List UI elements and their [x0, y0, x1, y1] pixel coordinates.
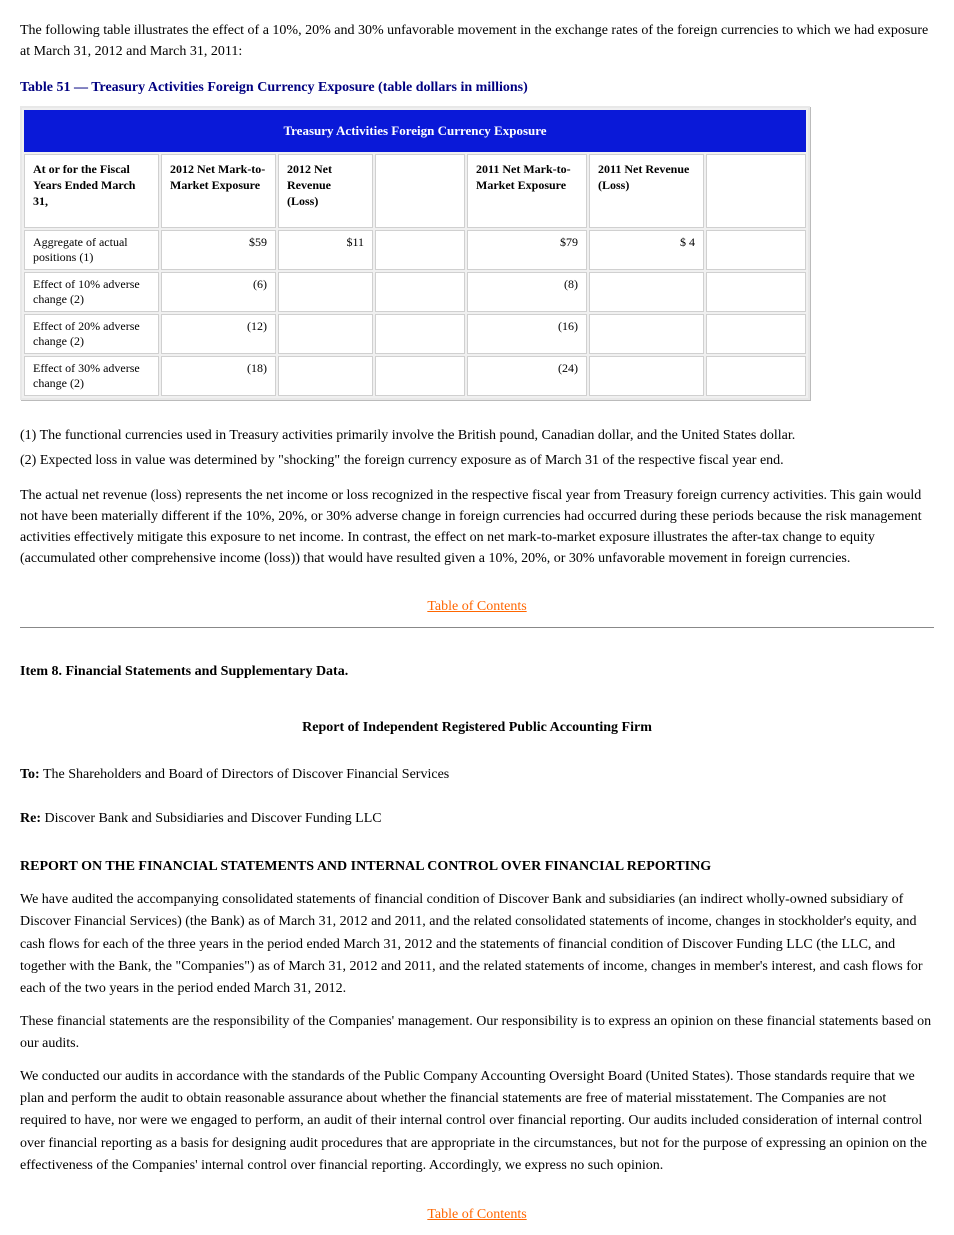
row0-c4: $ 4	[589, 230, 704, 270]
row0-c1: $59	[161, 230, 276, 270]
row1-c1: (6)	[161, 272, 276, 312]
fmt-paragraph: The actual net revenue (loss) represents…	[20, 485, 934, 569]
row2-c1: (12)	[161, 314, 276, 354]
row2-c2	[278, 314, 373, 354]
row1-c3: (8)	[467, 272, 587, 312]
fx-exposure-table: Treasury Activities Foreign Currency Exp…	[20, 106, 810, 400]
row3-pad2	[706, 356, 806, 396]
row3-label: Effect of 30% adverse change (2)	[24, 356, 159, 396]
row2-pad2	[706, 314, 806, 354]
addressee-to: To: The Shareholders and Board of Direct…	[20, 764, 934, 786]
table-row: Aggregate of actual positions (1) $59 $1…	[24, 230, 806, 270]
row3-pad1	[375, 356, 465, 396]
row0-c2: $11	[278, 230, 373, 270]
section-footer: Table of Contents	[20, 599, 934, 615]
row0-c3: $79	[467, 230, 587, 270]
audit-para-1: We have audited the accompanying consoli…	[20, 889, 934, 1001]
row1-c4	[589, 272, 704, 312]
row3-c3: (24)	[467, 356, 587, 396]
row1-c2	[278, 272, 373, 312]
row0-pad2	[706, 230, 806, 270]
intro-paragraph: The following table illustrates the effe…	[20, 20, 934, 62]
table-header-3: 2011 Net Mark-to-Market Exposure	[467, 154, 587, 228]
row3-c1: (18)	[161, 356, 276, 396]
toc-link-1[interactable]: Table of Contents	[427, 599, 526, 614]
toc-link-2[interactable]: Table of Contents	[427, 1207, 526, 1222]
row1-pad2	[706, 272, 806, 312]
table-header-4: 2011 Net Revenue (Loss)	[589, 154, 704, 228]
addressee-re: Re: Discover Bank and Subsidiaries and D…	[20, 808, 934, 830]
section-title: Table 51 — Treasury Activities Foreign C…	[20, 80, 934, 96]
table-row: Effect of 20% adverse change (2) (12) (1…	[24, 314, 806, 354]
row0-pad1	[375, 230, 465, 270]
item-8-title: Item 8. Financial Statements and Supplem…	[20, 664, 934, 680]
table-header-pad2	[706, 154, 806, 228]
row2-pad1	[375, 314, 465, 354]
audit-para-2: These financial statements are the respo…	[20, 1011, 934, 1056]
table-row: Effect of 30% adverse change (2) (18) (2…	[24, 356, 806, 396]
section-footer-2: Table of Contents	[20, 1207, 934, 1223]
row3-c2	[278, 356, 373, 396]
report-section-heading: REPORT ON THE FINANCIAL STATEMENTS AND I…	[20, 859, 934, 875]
row2-c3: (16)	[467, 314, 587, 354]
table-header-2: 2012 Net Revenue (Loss)	[278, 154, 373, 228]
table-notes: (1) The functional currencies used in Tr…	[20, 425, 934, 471]
table-header-1: 2012 Net Mark-to-Market Exposure	[161, 154, 276, 228]
row1-label: Effect of 10% adverse change (2)	[24, 272, 159, 312]
row3-c4	[589, 356, 704, 396]
table-header-0: At or for the Fiscal Years Ended March 3…	[24, 154, 159, 228]
note-1: (1) The functional currencies used in Tr…	[20, 425, 934, 446]
note-2: (2) Expected loss in value was determine…	[20, 450, 934, 471]
row2-label: Effect of 20% adverse change (2)	[24, 314, 159, 354]
section-divider	[20, 627, 934, 628]
audit-para-3: We conducted our audits in accordance wi…	[20, 1066, 934, 1178]
row2-c4	[589, 314, 704, 354]
table-row: Effect of 10% adverse change (2) (6) (8)	[24, 272, 806, 312]
table-title-cell: Treasury Activities Foreign Currency Exp…	[24, 110, 806, 152]
row1-pad1	[375, 272, 465, 312]
row0-label: Aggregate of actual positions (1)	[24, 230, 159, 270]
table-header-pad1	[375, 154, 465, 228]
auditor-report-heading: Report of Independent Registered Public …	[20, 720, 934, 736]
